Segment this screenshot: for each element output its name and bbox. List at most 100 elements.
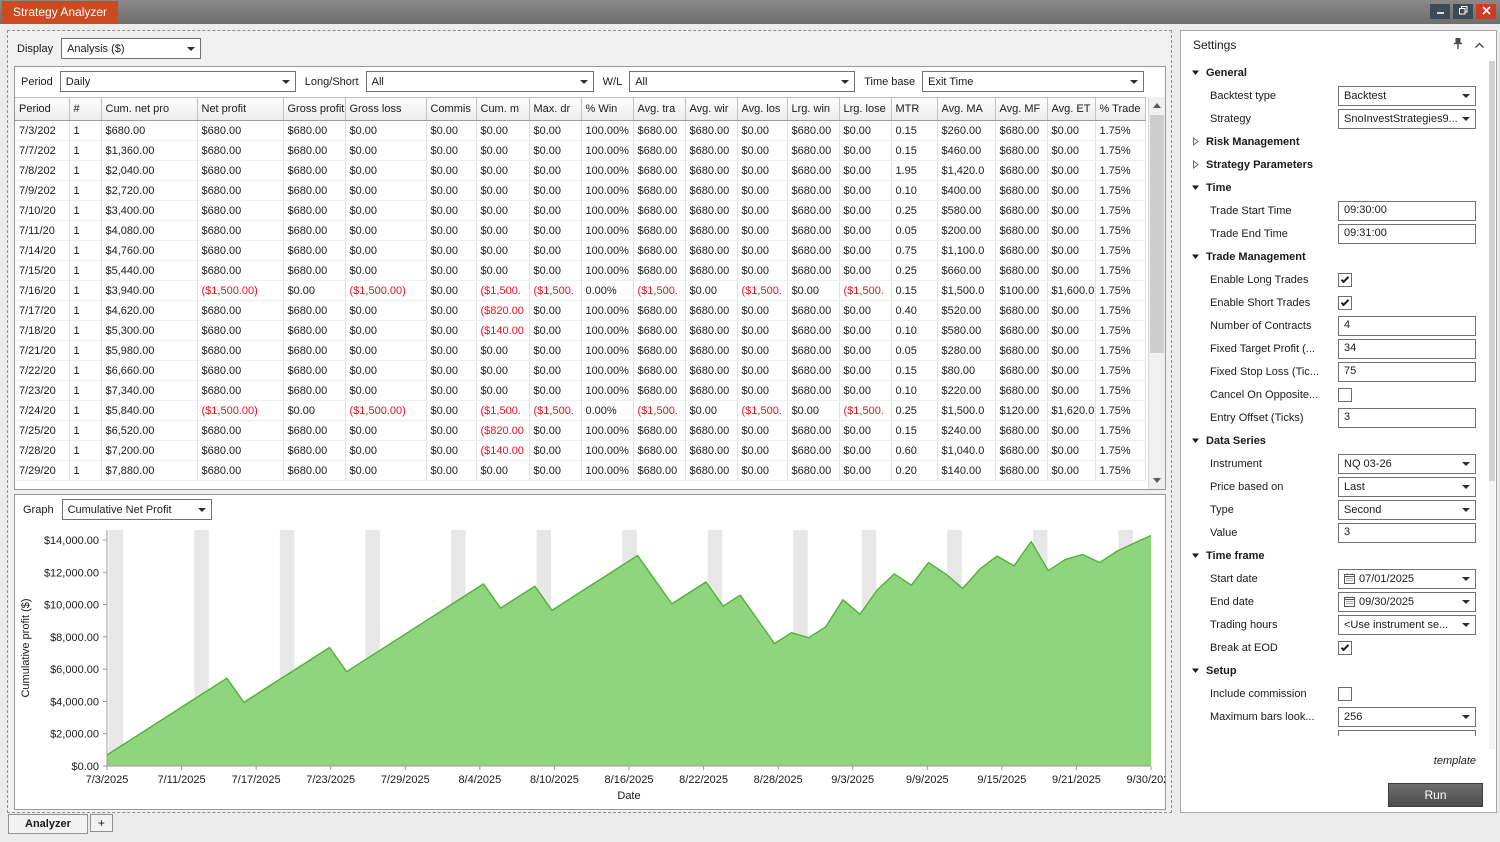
column-header-avg-tra[interactable]: Avg. tra (633, 97, 686, 121)
instrument-select[interactable]: NQ 03-26 (1338, 453, 1476, 474)
table-row[interactable]: 7/8/202 1 $2,040.00 $680.00 $680.00 $0.00 $0.0… (15, 160, 1146, 181)
table-row[interactable]: 7/3/202 1 $680.00 $680.00 $680.00 $0.00 $0.00 $… (15, 120, 1146, 141)
table-row[interactable]: 7/16/20 1 $3,940.00 ($1,500.00) $0.00 ($1,500… (15, 280, 1146, 301)
section-risk-management[interactable]: Risk Management (1187, 130, 1484, 153)
collapse-triangle-icon[interactable] (1191, 436, 1200, 445)
start-date-select[interactable]: 07/01/2025 (1338, 568, 1476, 589)
template-link[interactable]: template (1434, 755, 1476, 767)
column-header-trade[interactable]: % Trade (1095, 97, 1146, 121)
scroll-down-icon[interactable] (1149, 472, 1165, 489)
table-row[interactable]: 7/18/20 1 $5,300.00 $680.00 $680.00 $0.00 $0.0… (15, 320, 1146, 341)
table-row[interactable]: 7/24/20 1 $5,840.00 ($1,500.00) $0.00 ($1,500… (15, 400, 1146, 421)
filter-w-l-select[interactable]: All (629, 71, 856, 92)
column-header-period[interactable]: Period (15, 97, 70, 121)
section-data-series[interactable]: Data Series (1187, 429, 1484, 452)
column-header-avg-et[interactable]: Avg. ET (1047, 97, 1096, 121)
fixed-target-profit-input[interactable]: 34 (1338, 338, 1476, 359)
collapse-triangle-icon[interactable] (1191, 252, 1200, 261)
column-header-gross-profit[interactable]: Gross profit (283, 97, 346, 121)
table-row[interactable]: 7/14/20 1 $4,760.00 $680.00 $680.00 $0.00 $0.0… (15, 240, 1146, 261)
section-trade-management[interactable]: Trade Management (1187, 245, 1484, 268)
column-header-lrg-lose[interactable]: Lrg. lose (839, 97, 892, 121)
section-time-frame[interactable]: Time frame (1187, 544, 1484, 567)
break-at-eod-checkbox[interactable] (1338, 640, 1352, 655)
restore-button[interactable] (1453, 4, 1473, 19)
column-header-cum-m[interactable]: Cum. m (476, 97, 530, 121)
settings-scrollbar[interactable] (1489, 61, 1495, 749)
collapse-triangle-icon[interactable] (1191, 183, 1200, 192)
scroll-up-icon[interactable] (1149, 97, 1165, 114)
entry-offset-ticks-input[interactable]: 3 (1338, 407, 1476, 428)
column-header-lrg-win[interactable]: Lrg. win (787, 97, 840, 121)
column-header-commis[interactable]: Commis (426, 97, 477, 121)
column-header-cum-net-pro[interactable]: Cum. net pro (101, 97, 198, 121)
enable-long-trades-checkbox[interactable] (1338, 272, 1352, 287)
enable-short-trades-checkbox[interactable] (1338, 295, 1352, 310)
display-select[interactable]: Analysis ($) (61, 38, 202, 59)
clipped-select[interactable] (1338, 729, 1476, 736)
filter-long-short-select[interactable]: All (365, 71, 594, 92)
section-setup[interactable]: Setup (1187, 659, 1484, 682)
table-row[interactable]: 7/11/20 1 $4,080.00 $680.00 $680.00 $0.00 $0.0… (15, 220, 1146, 241)
table-row[interactable]: 7/17/20 1 $4,620.00 $680.00 $680.00 $0.00 $0.0… (15, 300, 1146, 321)
pin-icon[interactable] (1452, 37, 1464, 53)
backtest-type-select[interactable]: Backtest (1338, 85, 1476, 106)
value-input[interactable]: 3 (1338, 522, 1476, 543)
section-strategy-parameters[interactable]: Strategy Parameters (1187, 153, 1484, 176)
column-header-mtr[interactable]: MTR (891, 97, 938, 121)
table-scrollbar[interactable] (1148, 97, 1165, 489)
type-select[interactable]: Second (1338, 499, 1476, 520)
expand-triangle-icon[interactable] (1191, 137, 1200, 146)
table-row[interactable]: 7/15/20 1 $5,440.00 $680.00 $680.00 $0.00 $0.0… (15, 260, 1146, 281)
run-button[interactable]: Run (1388, 783, 1483, 807)
table-row[interactable]: 7/29/20 1 $7,880.00 $680.00 $680.00 $0.00 $0.0… (15, 460, 1146, 481)
collapse-triangle-icon[interactable] (1191, 551, 1200, 560)
add-tab-button[interactable]: + (89, 814, 113, 832)
trading-hours-select[interactable]: <Use instrument se... (1338, 614, 1476, 635)
settings-scroll-thumb[interactable] (1489, 61, 1495, 481)
collapse-triangle-icon[interactable] (1191, 666, 1200, 675)
cancel-on-opposite-checkbox[interactable] (1338, 387, 1352, 402)
column-header-avg-wir[interactable]: Avg. wir (685, 97, 738, 121)
close-button[interactable] (1476, 4, 1496, 19)
price-based-on-select[interactable]: Last (1338, 476, 1476, 497)
column-header-avg-mf[interactable]: Avg. MF (995, 97, 1048, 121)
section-general[interactable]: General (1187, 61, 1484, 84)
column-header-avg-los[interactable]: Avg. los (737, 97, 788, 121)
table-row[interactable]: 7/10/20 1 $3,400.00 $680.00 $680.00 $0.00 $0.0… (15, 200, 1146, 221)
cell: 7/25/20 (15, 420, 70, 441)
section-time[interactable]: Time (1187, 176, 1484, 199)
column-header-[interactable]: # (69, 97, 102, 121)
filter-period-select[interactable]: Daily (59, 71, 296, 92)
table-row[interactable]: 7/9/202 1 $2,720.00 $680.00 $680.00 $0.00 $0.0… (15, 180, 1146, 201)
column-header-win[interactable]: % Win (581, 97, 634, 121)
scroll-thumb[interactable] (1150, 115, 1164, 353)
table-row[interactable]: 7/22/20 1 $6,660.00 $680.00 $680.00 $0.00 $0.0… (15, 360, 1146, 381)
graph-select[interactable]: Cumulative Net Profit (61, 499, 212, 520)
fixed-stop-loss-tic-input[interactable]: 75 (1338, 361, 1476, 382)
collapse-panel-icon[interactable] (1474, 40, 1485, 52)
table-row[interactable]: 7/21/20 1 $5,980.00 $680.00 $680.00 $0.00 $0.0… (15, 340, 1146, 361)
table-row[interactable]: 7/23/20 1 $7,340.00 $680.00 $680.00 $0.00 $0.0… (15, 380, 1146, 401)
include-commission-checkbox[interactable] (1338, 686, 1352, 701)
collapse-triangle-icon[interactable] (1191, 68, 1200, 77)
cell: 7/11/20 (15, 220, 70, 241)
tab-analyzer[interactable]: Analyzer (8, 814, 88, 834)
table-row[interactable]: 7/25/20 1 $6,520.00 $680.00 $680.00 $0.00 $0.0… (15, 420, 1146, 441)
filter-time-base-select[interactable]: Exit Time (922, 71, 1145, 92)
number-of-contracts-input[interactable]: 4 (1338, 315, 1476, 336)
column-header-avg-ma[interactable]: Avg. MA (937, 97, 996, 121)
column-header-net-profit[interactable]: Net profit (197, 97, 284, 121)
trade-end-time-input[interactable]: 09:31:00 (1338, 223, 1476, 244)
table-row[interactable]: 7/28/20 1 $7,200.00 $680.00 $680.00 $0.00 $0.0… (15, 440, 1146, 461)
expand-triangle-icon[interactable] (1191, 160, 1200, 169)
end-date-select[interactable]: 09/30/2025 (1338, 591, 1476, 612)
column-header-max-dr[interactable]: Max. dr (529, 97, 582, 121)
table-row[interactable]: 7/7/202 1 $1,360.00 $680.00 $680.00 $0.00 $0.0… (15, 140, 1146, 161)
trade-start-time-input[interactable]: 09:30:00 (1338, 200, 1476, 221)
strategy-select[interactable]: SnoInvestStrategies9... (1338, 108, 1476, 129)
column-header-gross-loss[interactable]: Gross loss (345, 97, 427, 121)
maximum-bars-look-select[interactable]: 256 (1338, 706, 1476, 727)
minimize-button[interactable] (1430, 4, 1450, 19)
window-title-tab[interactable]: Strategy Analyzer (2, 1, 119, 24)
